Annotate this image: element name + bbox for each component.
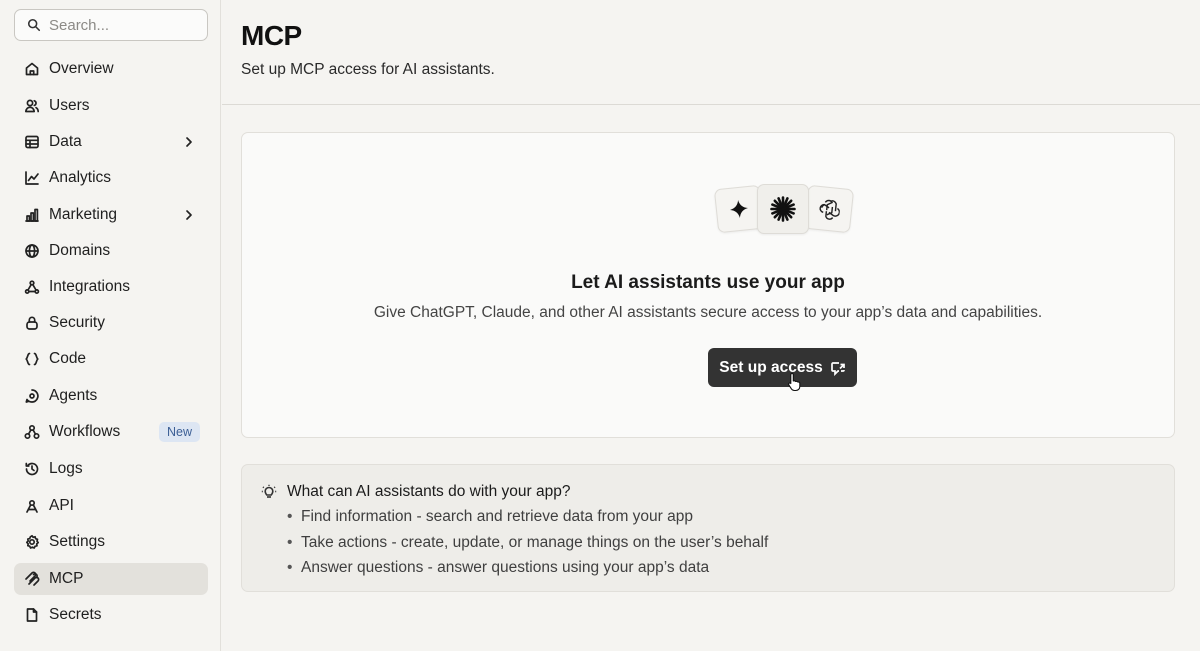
card-description: Give ChatGPT, Claude, and other AI assis… <box>373 304 1043 321</box>
file-icon <box>23 607 40 624</box>
search-box[interactable] <box>14 9 208 41</box>
sidebar-item-label: Data <box>49 133 82 150</box>
main-content: MCP Set up MCP access for AI assistants.… <box>222 0 1200 651</box>
set-up-access-button[interactable]: Set up access <box>708 348 857 387</box>
sidebar-item-label: Code <box>49 350 87 367</box>
users-icon <box>23 98 40 115</box>
chevron-right-icon <box>182 208 196 222</box>
chevron-right-icon <box>182 135 196 149</box>
list-item: Take actions - create, update, or manage… <box>287 530 768 556</box>
sidebar-item-label: Marketing <box>49 206 118 223</box>
sidebar-item-label: Secrets <box>49 606 102 623</box>
sidebar-item-workflows[interactable]: Workflows New <box>14 416 208 448</box>
sidebar-item-domains[interactable]: Domains <box>14 235 208 267</box>
sidebar-item-label: Agents <box>49 387 98 404</box>
sidebar-item-logs[interactable]: Logs <box>14 453 208 485</box>
home-icon <box>23 61 40 78</box>
sidebar-item-settings[interactable]: Settings <box>14 526 208 558</box>
sidebar-item-label: Users <box>49 97 90 114</box>
sidebar-item-label: API <box>49 497 74 514</box>
openai-logo-tile <box>803 184 855 234</box>
sidebar-item-overview[interactable]: Overview <box>14 53 208 85</box>
sidebar-item-label: Overview <box>49 60 114 77</box>
lightbulb-icon <box>261 484 277 500</box>
capabilities-title: What can AI assistants do with your app? <box>287 483 571 500</box>
sidebar-item-mcp[interactable]: MCP <box>14 563 208 595</box>
sidebar-item-code[interactable]: Code <box>14 343 208 375</box>
openai-icon <box>819 199 840 220</box>
sidebar-item-label: Settings <box>49 533 106 550</box>
sidebar-item-security[interactable]: Security <box>14 307 208 339</box>
sidebar-item-marketing[interactable]: Marketing <box>14 199 208 231</box>
page-title: MCP <box>241 20 302 51</box>
header-divider <box>222 104 1200 105</box>
sidebar-item-agents[interactable]: Agents <box>14 380 208 412</box>
sidebar-item-label: Logs <box>49 460 83 477</box>
api-icon <box>23 498 40 515</box>
lock-icon <box>23 315 40 332</box>
sidebar-item-label: Analytics <box>49 169 112 186</box>
ai-logos <box>713 181 856 237</box>
card-title: Let AI assistants use your app <box>571 272 845 293</box>
sidebar-item-users[interactable]: Users <box>14 90 208 122</box>
capabilities-list: Find information - search and retrieve d… <box>287 504 768 581</box>
globe-icon <box>23 243 40 260</box>
claude-logo-tile <box>757 184 809 234</box>
external-chat-icon <box>830 361 845 376</box>
claude-icon <box>770 196 796 222</box>
sidebar-item-api[interactable]: API <box>14 490 208 522</box>
sidebar-item-secrets[interactable]: Secrets <box>14 599 208 631</box>
history-icon <box>23 461 40 478</box>
code-braces-icon <box>23 351 40 368</box>
integrations-icon <box>23 279 40 296</box>
sidebar-item-label: Integrations <box>49 278 130 295</box>
workflow-icon <box>23 424 40 441</box>
sidebar-item-label: Domains <box>49 242 111 259</box>
mcp-icon <box>23 571 40 588</box>
chart-line-icon <box>23 170 40 187</box>
sidebar-item-label: Workflows <box>49 423 121 440</box>
sidebar: Overview Users Data Analytics Marketing … <box>0 0 221 651</box>
search-input[interactable] <box>49 16 199 34</box>
list-item: Find information - search and retrieve d… <box>287 504 768 530</box>
setup-card: Let AI assistants use your app Give Chat… <box>241 132 1175 438</box>
gear-icon <box>23 534 40 551</box>
agent-icon <box>23 388 40 405</box>
database-icon <box>23 134 40 151</box>
sidebar-item-integrations[interactable]: Integrations <box>14 271 208 303</box>
sidebar-item-data[interactable]: Data <box>14 126 208 158</box>
gemini-icon <box>730 200 748 218</box>
capabilities-panel: What can AI assistants do with your app?… <box>241 464 1175 592</box>
search-icon <box>27 18 41 32</box>
bar-chart-icon <box>23 207 40 224</box>
sidebar-item-analytics[interactable]: Analytics <box>14 162 208 194</box>
set-up-access-label: Set up access <box>719 358 823 376</box>
page-subtitle: Set up MCP access for AI assistants. <box>241 61 495 78</box>
list-item: Answer questions - answer questions usin… <box>287 555 768 581</box>
sidebar-item-label: Security <box>49 314 105 331</box>
new-badge: New <box>158 422 200 442</box>
sidebar-item-label: MCP <box>49 570 84 587</box>
pointer-cursor-icon <box>788 372 801 392</box>
